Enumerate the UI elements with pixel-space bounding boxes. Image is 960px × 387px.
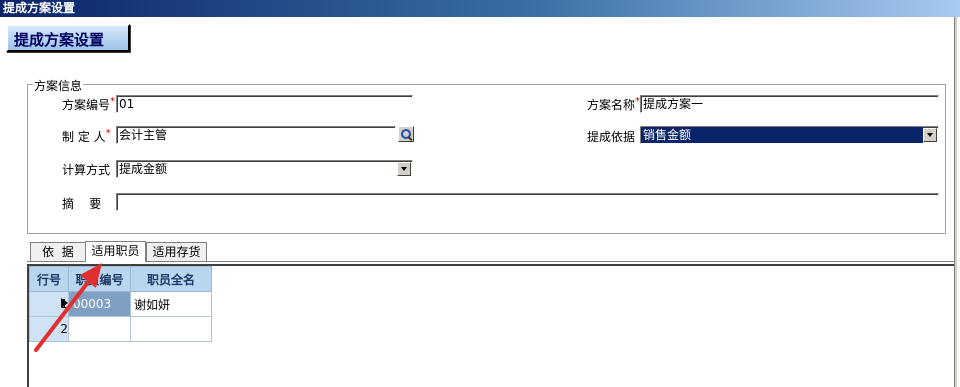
scheme-no-label: 方案编号* [62,96,115,113]
creator-field[interactable]: 会计主管 [116,126,396,144]
window-right-edge [954,17,957,387]
chevron-down-icon[interactable] [397,162,411,176]
chevron-down-icon[interactable] [923,128,937,142]
page-title-banner: 提成方案设置 [6,24,130,52]
required-mark: * [110,96,116,107]
scheme-name-label-text: 方案名称 [587,98,636,112]
search-icon[interactable] [398,126,414,142]
creator-label: 制 定 人* [62,128,111,145]
creator-label-text: 制 定 人 [62,130,106,144]
summary-label: 摘 要 [62,197,102,211]
calc-method-value: 提成金额 [119,162,168,176]
calc-method-label: 计算方式 [62,163,111,177]
basis-label: 提成依据 [587,130,636,144]
col-header-staff-name[interactable]: 职员全名 [130,266,212,292]
window-title-bar: 提成方案设置 [0,0,960,17]
tab-applicable-stock[interactable]: 适用存货 [146,242,207,261]
scheme-name-field[interactable]: 提成方案一 [640,95,939,113]
basis-selected-value: 销售金额 [641,127,923,143]
basis-select[interactable]: 销售金额 [640,126,939,144]
scheme-name-label: 方案名称* [587,96,640,113]
required-mark: * [105,128,111,139]
scheme-no-field[interactable]: 01 [116,95,413,113]
calc-method-select[interactable]: 提成金额 [116,160,413,178]
staff-name-cell[interactable] [130,316,212,342]
staff-name-cell[interactable]: 谢如妍 [130,291,212,317]
scheme-no-label-text: 方案编号 [62,98,111,112]
group-legend: 方案信息 [33,77,84,94]
summary-field[interactable] [116,193,939,211]
annotation-arrow-icon [34,263,102,352]
